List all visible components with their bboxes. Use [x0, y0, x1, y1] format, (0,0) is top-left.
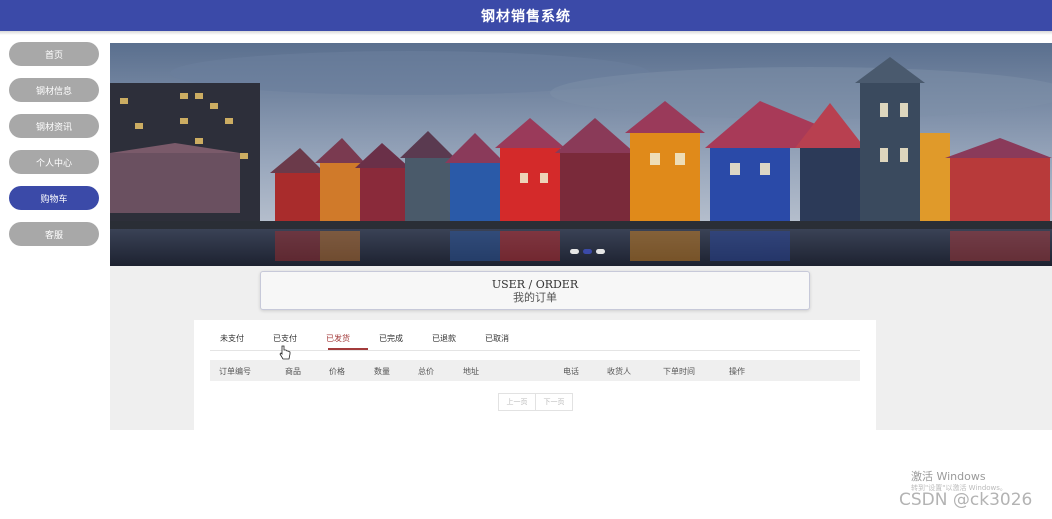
column-header: 商品 [285, 367, 301, 376]
carousel-dot-active[interactable] [583, 249, 592, 254]
next-page-button[interactable]: 下一页 [536, 393, 573, 411]
prev-page-button[interactable]: 上一页 [498, 393, 536, 411]
nav-item-steel-news[interactable]: 钢材资讯 [9, 114, 99, 138]
column-header: 订单编号 [219, 367, 251, 376]
banner-photo [110, 43, 1052, 266]
pagination: 上一页 下一页 [498, 393, 573, 411]
banner-carousel-dots [570, 249, 605, 254]
column-header: 价格 [329, 367, 345, 376]
header-shadow [0, 31, 1052, 35]
order-table-header: 订单编号 商品 价格 数量 总价 地址 电话 收货人 下单时间 操作 [210, 360, 860, 381]
nav-item-steel-info[interactable]: 钢材信息 [9, 78, 99, 102]
windows-activate-title: 激活 Windows [911, 470, 986, 483]
order-title-zh: 我的订单 [513, 291, 557, 304]
tab-completed[interactable]: 已完成 [379, 333, 403, 344]
column-header: 电话 [563, 367, 579, 376]
column-header: 总价 [418, 367, 434, 376]
nav-item-home[interactable]: 首页 [9, 42, 99, 66]
order-status-tabs: 未支付 已支付 已发货 已完成 已退款 已取消 [210, 328, 860, 351]
column-header: 数量 [374, 367, 390, 376]
tab-cancelled[interactable]: 已取消 [485, 333, 509, 344]
banner-image [110, 43, 1052, 266]
app-title: 钢材销售系统 [481, 8, 571, 25]
tab-refunded[interactable]: 已退款 [432, 333, 456, 344]
nav-item-personal-center[interactable]: 个人中心 [9, 150, 99, 174]
csdn-watermark: CSDN @ck3026 [899, 490, 1033, 510]
nav-item-cart[interactable]: 购物车 [9, 186, 99, 210]
column-header: 操作 [729, 367, 745, 376]
hand-cursor-icon [279, 345, 291, 365]
active-tab-indicator [328, 348, 368, 350]
order-panel: 未支付 已支付 已发货 已完成 已退款 已取消 订单编号 商品 价格 数量 总价… [194, 320, 876, 430]
carousel-dot[interactable] [570, 249, 579, 254]
tab-unpaid[interactable]: 未支付 [220, 333, 244, 344]
column-header: 下单时间 [663, 367, 695, 376]
sidebar-nav: 首页 钢材信息 钢材资讯 个人中心 购物车 客服 [9, 42, 99, 258]
tab-paid[interactable]: 已支付 [273, 333, 297, 344]
tab-shipped[interactable]: 已发货 [326, 333, 350, 344]
header-bar: 钢材销售系统 [0, 0, 1052, 31]
carousel-dot[interactable] [596, 249, 605, 254]
nav-item-customer-service[interactable]: 客服 [9, 222, 99, 246]
order-title-en: USER / ORDER [491, 278, 579, 291]
order-section-title: USER / ORDER 我的订单 [260, 271, 810, 310]
column-header: 收货人 [607, 367, 631, 376]
column-header: 地址 [463, 367, 479, 376]
